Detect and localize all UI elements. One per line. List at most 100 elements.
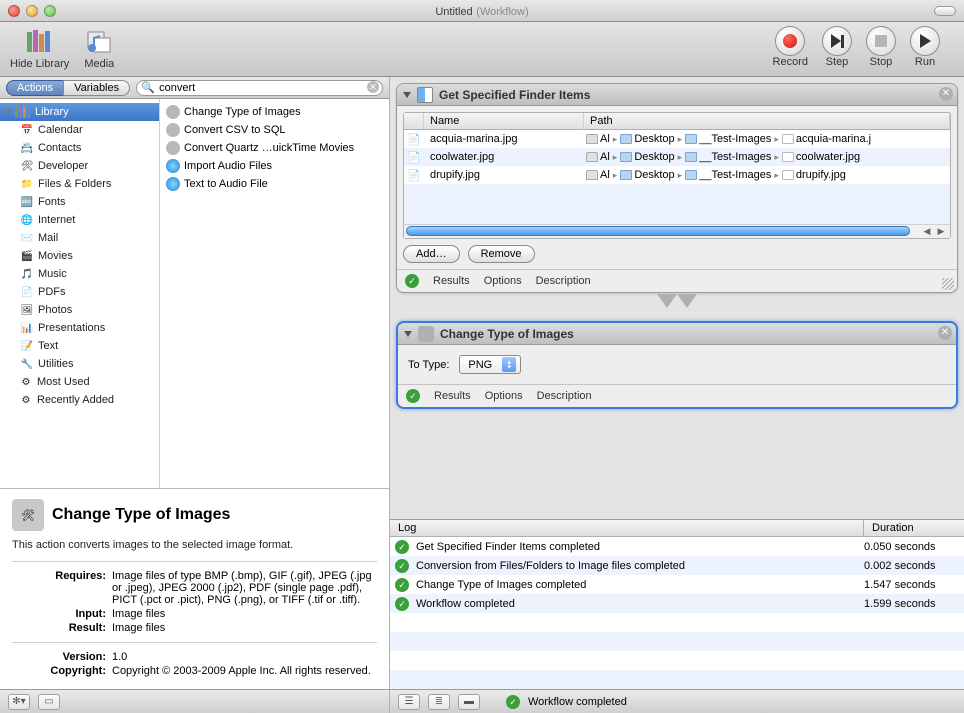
scroll-left-icon[interactable]: ◀ xyxy=(920,226,934,238)
log-row[interactable]: ✓Workflow completed1.599 seconds xyxy=(390,594,964,613)
category-item[interactable]: 🎵Music xyxy=(0,265,159,283)
close-icon[interactable]: ✕ xyxy=(939,87,953,101)
action-header[interactable]: Change Type of Images ✕ xyxy=(398,323,956,345)
log-row[interactable]: ✓Change Type of Images completed1.547 se… xyxy=(390,575,964,594)
workflow-action-change-type[interactable]: Change Type of Images ✕ To Type: PNG ✓ R… xyxy=(396,321,958,409)
log-duration: 1.547 seconds xyxy=(864,579,964,591)
description-link[interactable]: Description xyxy=(536,275,591,287)
to-type-label: To Type: xyxy=(408,359,449,371)
library-books-icon xyxy=(24,26,56,58)
column-name[interactable]: Name xyxy=(424,113,584,129)
crumb-label: Al xyxy=(600,133,610,145)
action-list-item[interactable]: Convert Quartz …uickTime Movies xyxy=(160,139,389,157)
log-row[interactable]: ✓Conversion from Files/Folders to Image … xyxy=(390,556,964,575)
table-row[interactable]: 📄coolwater.jpgAl▸Desktop▸__Test-Images▸c… xyxy=(404,148,950,166)
table-header: Name Path xyxy=(404,113,950,130)
results-link[interactable]: Results xyxy=(433,275,470,287)
remove-button[interactable]: Remove xyxy=(468,245,535,263)
media-button[interactable]: Media xyxy=(83,26,115,70)
table-row[interactable]: 📄acquia-marina.jpgAl▸Desktop▸__Test-Imag… xyxy=(404,130,950,148)
category-item[interactable]: 🎬Movies xyxy=(0,247,159,265)
stop-icon xyxy=(875,35,887,47)
view-mode-list-button[interactable]: ≣ xyxy=(428,694,450,710)
view-mode-log-button[interactable]: ▬ xyxy=(458,694,480,710)
category-item[interactable]: 📊Presentations xyxy=(0,319,159,337)
to-type-popup[interactable]: PNG xyxy=(459,355,521,374)
category-label: Files & Folders xyxy=(38,178,111,190)
category-item[interactable]: ✉️Mail xyxy=(0,229,159,247)
log-column-label[interactable]: Log xyxy=(390,520,864,536)
category-label: Mail xyxy=(38,232,58,244)
category-item[interactable]: 📝Text xyxy=(0,337,159,355)
action-list[interactable]: Change Type of ImagesConvert CSV to SQLC… xyxy=(160,99,389,488)
workflow-action-get-finder-items[interactable]: Get Specified Finder Items ✕ Name Path 📄… xyxy=(396,83,958,293)
options-link[interactable]: Options xyxy=(485,390,523,402)
run-button[interactable]: Run xyxy=(910,26,940,68)
category-recent[interactable]: ⚙︎ Recently Added xyxy=(0,391,159,409)
run-label: Run xyxy=(915,56,935,68)
action-list-item[interactable]: Convert CSV to SQL xyxy=(160,121,389,139)
scroll-right-icon[interactable]: ▶ xyxy=(934,226,948,238)
horizontal-scrollbar[interactable]: ◀ ▶ xyxy=(404,224,950,238)
duration-column-label[interactable]: Duration xyxy=(864,520,964,536)
hide-library-button[interactable]: Hide Library xyxy=(10,26,69,70)
category-item[interactable]: 🔤Fonts xyxy=(0,193,159,211)
category-item[interactable]: 🖼Photos xyxy=(0,301,159,319)
table-row[interactable]: 📄drupify.jpgAl▸Desktop▸__Test-Images▸dru… xyxy=(404,166,950,184)
log-empty-row xyxy=(390,670,964,689)
resize-grip-icon[interactable] xyxy=(942,278,954,290)
action-header[interactable]: Get Specified Finder Items ✕ xyxy=(397,84,957,106)
category-library[interactable]: Library xyxy=(0,103,159,121)
file-icon xyxy=(782,170,794,180)
category-item[interactable]: 📄PDFs xyxy=(0,283,159,301)
description-link[interactable]: Description xyxy=(537,390,592,402)
action-menu-button[interactable]: ✻▾ xyxy=(8,694,30,710)
actions-tab[interactable]: Actions xyxy=(6,80,63,96)
workflow-scroll[interactable]: Get Specified Finder Items ✕ Name Path 📄… xyxy=(390,77,964,519)
log-body[interactable]: ✓Get Specified Finder Items completed0.0… xyxy=(390,537,964,689)
stop-button[interactable]: Stop xyxy=(866,26,896,68)
log-row[interactable]: ✓Get Specified Finder Items completed0.0… xyxy=(390,537,964,556)
category-item[interactable]: 🌐Internet xyxy=(0,211,159,229)
action-title: Change Type of Images xyxy=(440,327,574,341)
view-mode-workflow-button[interactable]: ☰ xyxy=(398,694,420,710)
action-list-item[interactable]: Change Type of Images xyxy=(160,103,389,121)
table-empty-row xyxy=(404,184,950,224)
action-list-item[interactable]: Import Audio Files xyxy=(160,157,389,175)
variables-tab[interactable]: Variables xyxy=(63,80,130,96)
add-button[interactable]: Add… xyxy=(403,245,460,263)
view-toggle-button[interactable]: ▭ xyxy=(38,694,60,710)
file-path: Al▸Desktop▸__Test-Images▸coolwater.jpg xyxy=(584,151,950,163)
action-name: Text to Audio File xyxy=(184,178,268,190)
crumb-label: acquia-marina.j xyxy=(796,133,871,145)
category-item[interactable]: 🔧Utilities xyxy=(0,355,159,373)
crumb-label: drupify.jpg xyxy=(796,169,846,181)
log-message: Change Type of Images completed xyxy=(414,579,864,591)
scrollbar-thumb[interactable] xyxy=(406,226,910,236)
search-field[interactable] xyxy=(136,80,383,96)
workflow-canvas: Get Specified Finder Items ✕ Name Path 📄… xyxy=(390,77,964,689)
category-list[interactable]: Library 📅Calendar📇Contacts🛠Developer📁Fil… xyxy=(0,99,160,488)
column-path[interactable]: Path xyxy=(584,113,950,129)
disclosure-triangle-icon[interactable] xyxy=(404,331,412,337)
disclosure-triangle-icon[interactable] xyxy=(403,92,411,98)
media-label: Media xyxy=(84,58,114,70)
input-value: Image files xyxy=(112,608,377,620)
close-icon[interactable]: ✕ xyxy=(938,326,952,340)
category-most-used[interactable]: ⚙︎ Most Used xyxy=(0,373,159,391)
record-button[interactable]: Record xyxy=(773,26,808,68)
category-label: Contacts xyxy=(38,142,81,154)
file-icon xyxy=(782,134,794,144)
action-title: Get Specified Finder Items xyxy=(439,88,590,102)
step-button[interactable]: Step xyxy=(822,26,852,68)
category-item[interactable]: 🛠Developer xyxy=(0,157,159,175)
options-link[interactable]: Options xyxy=(484,275,522,287)
category-item[interactable]: 📁Files & Folders xyxy=(0,175,159,193)
disclosure-triangle-icon[interactable] xyxy=(5,110,13,115)
results-link[interactable]: Results xyxy=(434,390,471,402)
category-item[interactable]: 📅Calendar xyxy=(0,121,159,139)
clear-search-icon[interactable]: ✕ xyxy=(367,81,379,93)
category-item[interactable]: 📇Contacts xyxy=(0,139,159,157)
action-list-item[interactable]: Text to Audio File xyxy=(160,175,389,193)
category-icon: 📝 xyxy=(20,339,34,353)
